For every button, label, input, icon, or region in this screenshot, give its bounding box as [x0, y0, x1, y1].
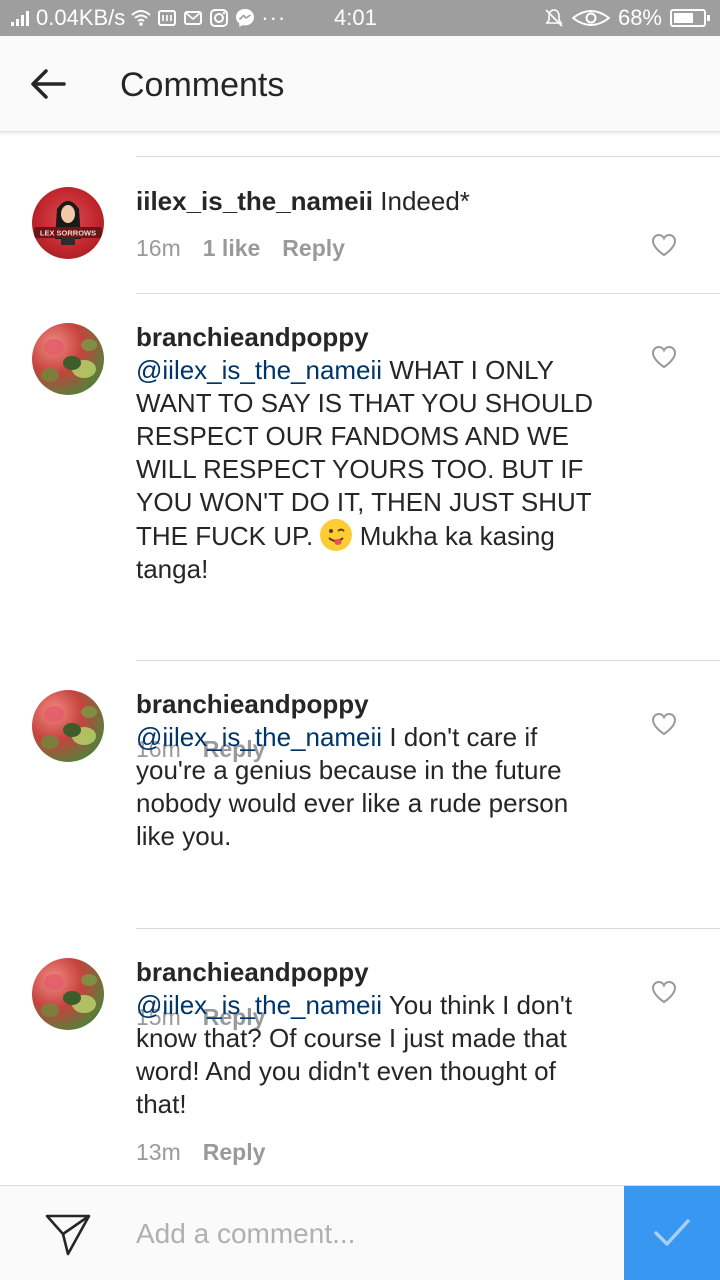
like-count[interactable]: 1 like [203, 235, 261, 262]
battery-icon [670, 9, 710, 27]
heart-icon[interactable] [651, 980, 677, 1004]
reply-button[interactable]: Reply [282, 235, 345, 262]
lex-sorrows-avatar[interactable]: LEX SORROWS [32, 187, 104, 259]
wifi-icon [131, 10, 151, 26]
comment-username[interactable]: branchieandpoppy [136, 321, 606, 354]
battery-percent: 68% [617, 5, 662, 30]
divider [136, 156, 720, 157]
messenger-icon [236, 9, 255, 27]
comment-username[interactable]: iilex_is_the_nameii [136, 186, 373, 216]
signal-icon [11, 11, 29, 26]
comment-username[interactable]: branchieandpoppy [136, 956, 606, 989]
status-bar: 0.04KB/s ··· 4:01 68% [0, 0, 720, 36]
comment-mention[interactable]: @iilex_is_the_nameii [136, 990, 382, 1020]
comment-message: Indeed* [380, 186, 470, 216]
comment-text: iilex_is_the_nameii Indeed* [136, 185, 606, 218]
branchieandpoppy-avatar[interactable] [32, 958, 104, 1030]
comment-mention[interactable]: @iilex_is_the_nameii [136, 722, 382, 752]
winking-face-with-tongue-emoji [320, 519, 353, 551]
comment-composer [0, 1185, 720, 1280]
eye-icon [571, 10, 610, 26]
avatar-illustration [41, 339, 97, 382]
battery-fill [674, 13, 694, 23]
comment-time: 16m [136, 235, 181, 261]
avatar-illustration [41, 974, 97, 1017]
comment-text: branchieandpoppy @iilex_is_the_nameii WH… [136, 321, 606, 586]
app-header: Comments [0, 36, 720, 132]
app-notification-icon [158, 10, 177, 26]
mail-icon [184, 11, 203, 25]
comment-text: branchieandpoppy @iilex_is_the_nameii Yo… [136, 956, 606, 1121]
post-button[interactable] [624, 1186, 720, 1280]
more-icon: ··· [261, 5, 287, 30]
branchieandpoppy-avatar[interactable] [32, 323, 104, 395]
heart-icon[interactable] [651, 233, 677, 257]
status-right: 68% [544, 5, 710, 31]
paper-plane-icon[interactable] [44, 1210, 92, 1258]
arrow-left-icon[interactable] [28, 64, 68, 104]
reply-button[interactable]: Reply [203, 1139, 266, 1166]
branchieandpoppy-avatar[interactable] [32, 690, 104, 762]
comment-mention[interactable]: @iilex_is_the_nameii [136, 355, 382, 385]
comment-meta: 13m Reply [136, 1139, 265, 1166]
divider [136, 293, 720, 294]
comment-text: branchieandpoppy @iilex_is_the_nameii I … [136, 688, 606, 853]
status-time: 4:01 [334, 5, 377, 30]
comment-meta: 16m 1 like Reply [136, 235, 345, 262]
network-speed: 0.04KB/s [36, 5, 126, 30]
avatar-text: LEX SORROWS [40, 229, 96, 238]
heart-icon[interactable] [651, 345, 677, 369]
heart-icon[interactable] [651, 712, 677, 736]
avatar-illustration [41, 706, 97, 749]
divider [136, 928, 720, 929]
comment-username[interactable]: branchieandpoppy [136, 688, 606, 721]
avatar-illustration: LEX SORROWS [34, 201, 102, 245]
silent-icon [545, 9, 563, 27]
divider [136, 660, 720, 661]
status-left: 0.04KB/s ··· [10, 5, 286, 31]
comment-input[interactable] [136, 1214, 606, 1254]
instagram-icon [210, 9, 229, 27]
comment-time: 13m [136, 1139, 181, 1165]
page-title: Comments [120, 66, 285, 104]
checkmark-icon [654, 1219, 690, 1246]
